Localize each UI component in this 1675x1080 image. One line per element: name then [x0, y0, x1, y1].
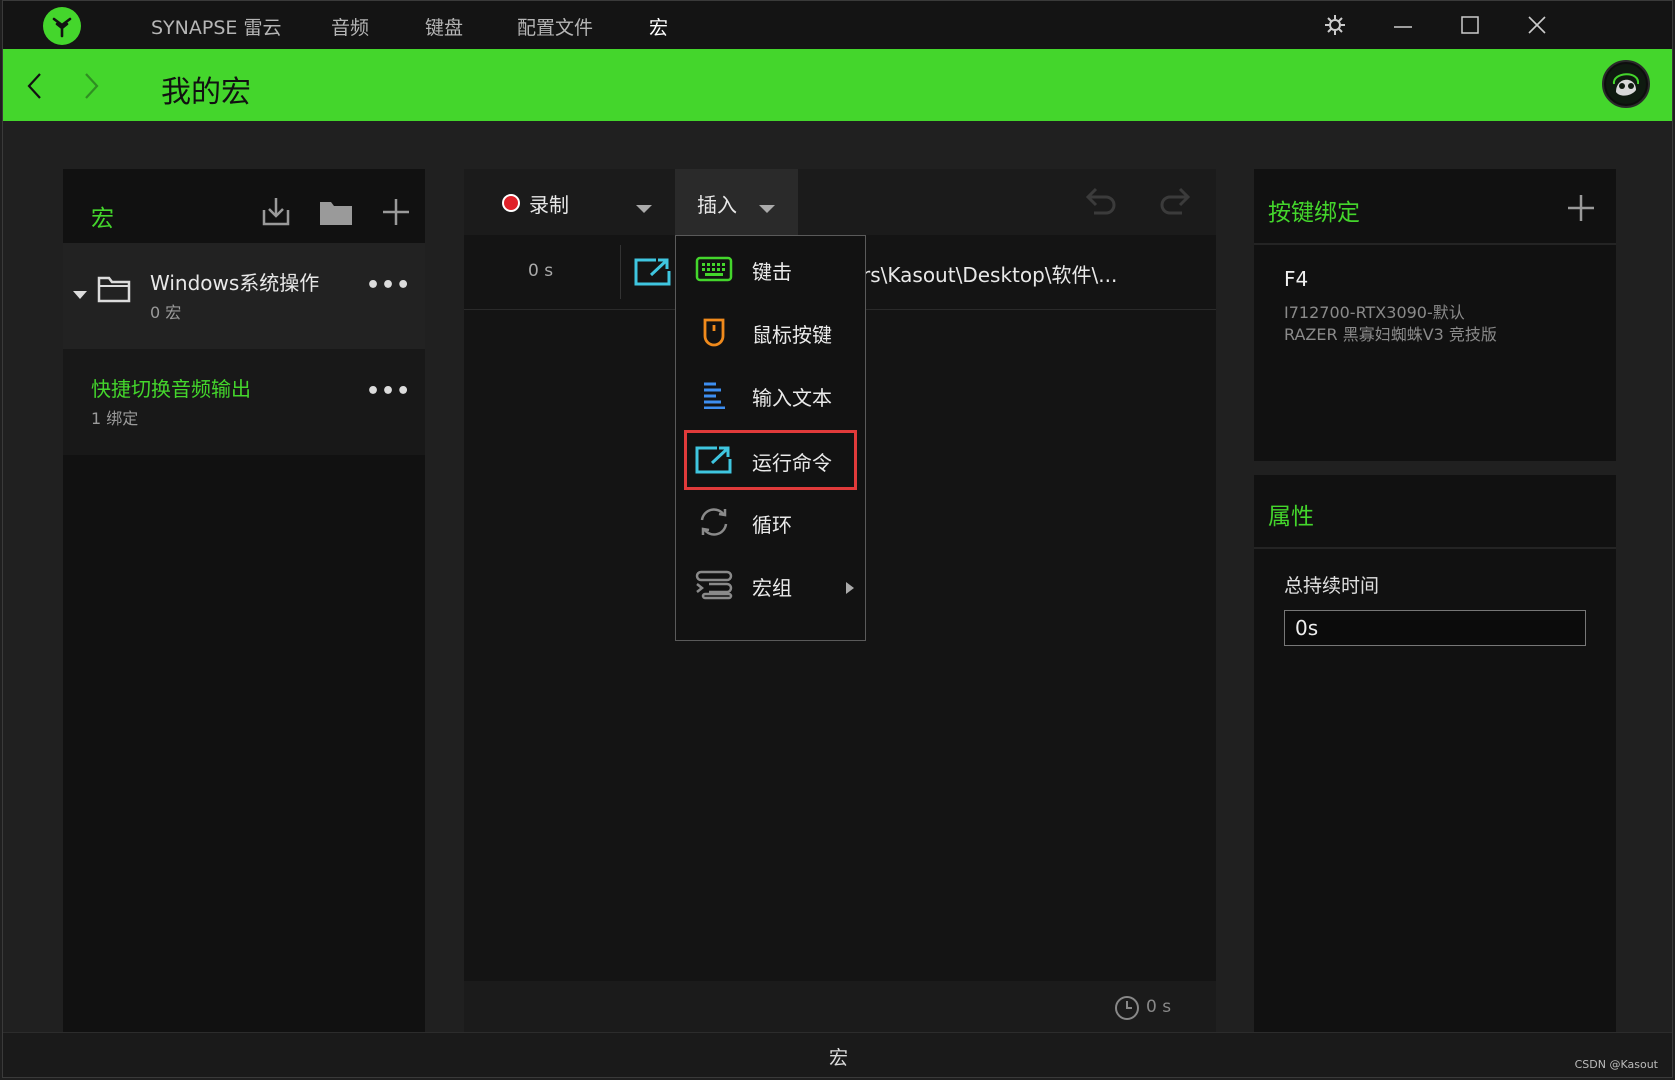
folder-outline-icon [97, 275, 131, 307]
watermark-text: CSDN @Kasout [1574, 1058, 1658, 1071]
folder-row[interactable]: Windows系统操作 0 宏 ••• [63, 243, 425, 349]
key-binding-panel: 按键绑定 F4 I712700-RTX3090-默认 RAZER 黑寡妇蜘蛛V3… [1254, 169, 1616, 461]
insert-menu: 键击 鼠标按键 输入文本 运行命令 循环 宏组 [675, 235, 866, 641]
menu-label-loop: 循环 [752, 513, 792, 537]
menu-label-keystroke: 键击 [752, 260, 792, 284]
macro-row[interactable]: 快捷切换音频输出 1 绑定 ••• [63, 349, 425, 455]
page-header: 我的宏 [3, 49, 1672, 121]
macro-more-icon[interactable]: ••• [366, 379, 411, 404]
duration-input[interactable]: 0s [1284, 610, 1586, 646]
duration-label: 总持续时间 [1284, 575, 1380, 597]
redo-icon[interactable] [1158, 183, 1194, 223]
key-binding-title: 按键绑定 [1268, 200, 1360, 226]
menu-item-type-text[interactable]: 输入文本 [676, 365, 865, 425]
tab-macro[interactable]: 宏 [649, 13, 668, 40]
folder-count: 0 宏 [150, 303, 182, 322]
import-icon[interactable] [259, 195, 293, 229]
macro-list-panel: 宏 Windows系统操作 0 宏 ••• 快捷切换音频输出 1 绑定 ••• [63, 169, 425, 1034]
loop-icon [694, 506, 734, 538]
status-bar: 宏 CSDN @Kasout [3, 1032, 1672, 1077]
folder-icon[interactable] [319, 195, 353, 229]
menu-item-macro-group[interactable]: 宏组 [676, 555, 865, 615]
run-command-icon [694, 444, 734, 476]
run-command-icon [634, 257, 672, 291]
folder-name: Windows系统操作 [150, 271, 320, 295]
folder-more-icon[interactable]: ••• [366, 273, 411, 298]
properties-title: 属性 [1268, 504, 1314, 530]
menu-item-loop[interactable]: 循环 [676, 492, 865, 552]
clock-icon [1114, 995, 1140, 1025]
binding-profile: I712700-RTX3090-默认 [1284, 303, 1465, 322]
user-avatar[interactable] [1602, 60, 1650, 108]
editor-toolbar: 录制 插入 [464, 169, 1216, 235]
title-bar: SYNAPSE 雷云 音频 键盘 配置文件 宏 [3, 1, 1672, 49]
status-label: 宏 [829, 1047, 849, 1069]
menu-label-macro-group: 宏组 [752, 576, 792, 600]
mouse-icon [694, 316, 734, 348]
insert-dropdown-icon [759, 199, 775, 218]
binding-device: RAZER 黑寡妇蜘蛛V3 竞技版 [1284, 325, 1497, 344]
macro-bindings: 1 绑定 [91, 409, 139, 428]
macro-group-icon [694, 569, 734, 601]
tab-profiles[interactable]: 配置文件 [517, 13, 593, 40]
settings-gear-icon[interactable] [1321, 11, 1349, 39]
editor-footer: 0 s [464, 981, 1216, 1033]
forward-arrow-icon[interactable] [79, 71, 103, 101]
minimize-icon[interactable] [1389, 11, 1417, 39]
add-macro-icon[interactable] [379, 195, 413, 229]
record-dot-icon[interactable] [502, 194, 520, 212]
maximize-icon[interactable] [1456, 11, 1484, 39]
insert-label: 插入 [697, 193, 737, 217]
insert-button[interactable]: 插入 [675, 169, 798, 235]
menu-label-run-command: 运行命令 [752, 451, 832, 475]
tab-keyboard[interactable]: 键盘 [425, 13, 463, 40]
app-window: SYNAPSE 雷云 音频 键盘 配置文件 宏 我的宏 宏 Windows系统操… [2, 0, 1673, 1078]
macro-name: 快捷切换音频输出 [91, 377, 251, 401]
total-time: 0 s [1146, 997, 1172, 1017]
menu-label-type-text: 输入文本 [752, 386, 832, 410]
menu-item-run-command[interactable]: 运行命令 [684, 430, 857, 490]
event-time: 0 s [528, 261, 554, 281]
event-path: rs\Kasout\Desktop\软件\... [862, 263, 1118, 287]
record-button[interactable]: 录制 [529, 189, 569, 218]
menu-label-mouse-button: 鼠标按键 [752, 323, 832, 347]
macro-panel-title: 宏 [91, 206, 114, 232]
chevron-down-icon[interactable] [73, 285, 87, 304]
close-icon[interactable] [1523, 11, 1551, 39]
text-lines-icon [694, 379, 734, 411]
undo-icon[interactable] [1082, 183, 1118, 223]
menu-item-keystroke[interactable]: 键击 [676, 239, 865, 299]
tab-synapse[interactable]: SYNAPSE 雷云 [151, 13, 281, 40]
menu-item-mouse-button[interactable]: 鼠标按键 [676, 302, 865, 362]
add-binding-icon[interactable] [1564, 191, 1598, 225]
page-title: 我的宏 [161, 75, 251, 110]
back-arrow-icon[interactable] [23, 71, 47, 101]
tab-audio[interactable]: 音频 [331, 13, 369, 40]
keyboard-icon [694, 253, 734, 285]
chevron-right-icon [846, 579, 854, 598]
record-dropdown-icon[interactable] [636, 199, 652, 218]
razer-logo-icon[interactable] [43, 7, 81, 45]
binding-key[interactable]: F4 [1284, 267, 1308, 291]
properties-panel: 属性 总持续时间 0s [1254, 475, 1616, 1034]
